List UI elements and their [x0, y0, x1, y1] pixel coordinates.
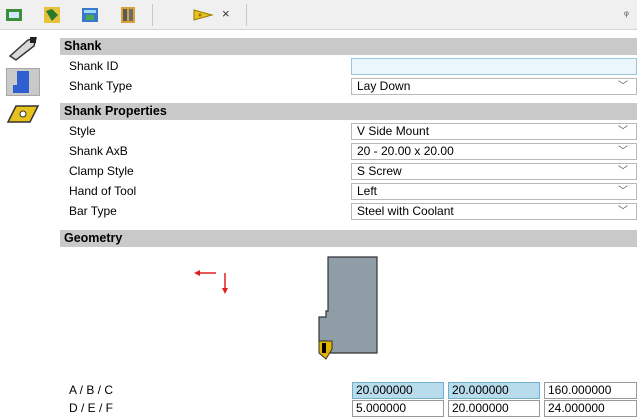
bar-type-value: Steel with Coolant [357, 204, 454, 218]
insert-icon[interactable] [6, 100, 40, 128]
clamp-style-value: S Screw [357, 164, 402, 178]
shank-id-label: Shank ID [69, 59, 119, 73]
a-value-input[interactable]: 20.000000 [352, 382, 444, 399]
shank-drawing [318, 256, 378, 360]
b-value-input[interactable]: 20.000000 [448, 382, 540, 399]
shank-type-label: Shank Type [69, 79, 133, 93]
hand-of-tool-value: Left [357, 184, 378, 198]
chevron-down-icon: ﹀ [618, 186, 628, 197]
holder-icon[interactable] [42, 5, 62, 25]
toolbar-separator [152, 4, 153, 26]
tab-close-button[interactable]: × [222, 6, 230, 21]
shank-axb-dropdown[interactable]: 20 - 20.00 x 20.00 ﹀ [351, 143, 637, 160]
catalog-icon[interactable] [118, 5, 138, 25]
shank-type-dropdown[interactable]: Lay Down ﹀ [351, 78, 637, 95]
hand-of-tool-label: Hand of Tool [69, 184, 137, 198]
clamp-style-dropdown[interactable]: S Screw ﹀ [351, 163, 637, 180]
shank-icon[interactable] [6, 68, 40, 96]
shank-id-input[interactable] [351, 58, 637, 75]
shank-properties-section-header: Shank Properties [60, 103, 637, 120]
hand-of-tool-dropdown[interactable]: Left ﹀ [351, 183, 637, 200]
chevron-down-icon: ﹀ [618, 81, 628, 92]
tool-component-sidebar [0, 30, 52, 417]
style-value: V Side Mount [357, 124, 430, 138]
cutter-icon[interactable] [6, 34, 40, 62]
abc-label: A / B / C [69, 383, 114, 397]
geometry-preview [194, 256, 378, 360]
tab-separator [246, 4, 247, 26]
pin-icon[interactable]: ᵩ [624, 6, 629, 18]
orientation-arrows-icon [194, 270, 228, 294]
shank-axb-label: Shank AxB [69, 144, 128, 158]
shank-type-value: Lay Down [357, 79, 411, 93]
toolbar: × ᵩ [0, 0, 637, 30]
chevron-down-icon: ﹀ [618, 146, 628, 157]
tool-library-icon[interactable] [4, 5, 24, 25]
chevron-down-icon: ﹀ [618, 126, 628, 137]
bar-type-label: Bar Type [69, 204, 117, 218]
style-dropdown[interactable]: V Side Mount ﹀ [351, 123, 637, 140]
assembly-icon[interactable] [80, 5, 100, 25]
style-label: Style [69, 124, 96, 138]
c-value-input[interactable]: 160.000000 [544, 382, 637, 399]
shank-axb-value: 20 - 20.00 x 20.00 [357, 144, 454, 158]
def-label: D / E / F [69, 401, 114, 415]
e-value-input[interactable]: 20.000000 [448, 400, 540, 417]
chevron-down-icon: ﹀ [618, 206, 628, 217]
shank-section-header: Shank [60, 38, 637, 55]
chevron-down-icon: ﹀ [618, 166, 628, 177]
d-value-input[interactable]: 5.000000 [352, 400, 444, 417]
clamp-style-label: Clamp Style [69, 164, 134, 178]
bar-type-dropdown[interactable]: Steel with Coolant ﹀ [351, 203, 637, 220]
geometry-section-header: Geometry [60, 230, 637, 247]
insert-tab-icon[interactable] [192, 5, 214, 25]
f-value-input[interactable]: 24.000000 [544, 400, 637, 417]
